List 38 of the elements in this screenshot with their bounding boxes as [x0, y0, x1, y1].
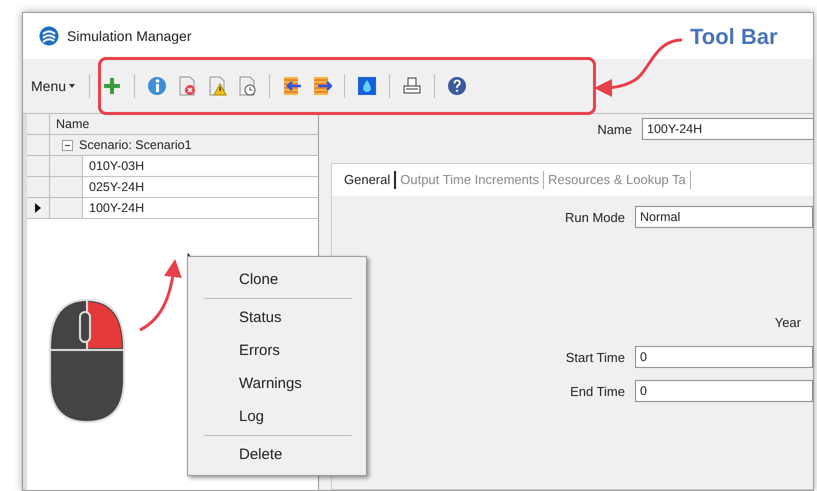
tab[interactable]: General: [340, 171, 396, 189]
field-label: End Time: [570, 384, 625, 398]
export-icon[interactable]: [312, 76, 332, 96]
field-label: Run Mode: [565, 210, 625, 224]
callout-label: Tool Bar: [690, 24, 778, 50]
app-logo-icon: [39, 26, 59, 46]
caret-icon: [69, 84, 76, 88]
tab[interactable]: Resources & Lookup Ta: [544, 171, 691, 189]
name-field[interactable]: 100Y-24H: [642, 118, 814, 140]
menu-item[interactable]: Status: [188, 301, 366, 334]
printer-icon[interactable]: [402, 76, 422, 96]
column-header: Name: [55, 116, 90, 133]
text-field[interactable]: 0: [635, 346, 813, 368]
menu-item[interactable]: Log: [188, 400, 366, 433]
water-drop-icon[interactable]: [357, 76, 378, 96]
import-icon[interactable]: [282, 76, 302, 96]
tree-row[interactable]: 100Y-24H: [82, 198, 318, 218]
plus-icon[interactable]: [102, 76, 122, 96]
document-error-icon[interactable]: [177, 76, 198, 96]
help-icon[interactable]: [447, 76, 468, 96]
text-field[interactable]: 0: [635, 380, 813, 402]
menu-item[interactable]: Errors: [188, 334, 366, 367]
window-title: Simulation Manager: [67, 28, 192, 44]
name-label: Name: [597, 122, 632, 136]
document-warning-icon[interactable]: [207, 76, 228, 96]
field-label: Start Time: [566, 350, 625, 364]
column-heading: Year: [774, 315, 801, 330]
collapse-icon[interactable]: [62, 140, 73, 150]
menu-button[interactable]: Menu: [29, 76, 78, 96]
info-icon[interactable]: [147, 76, 168, 96]
menu-item[interactable]: Clone: [188, 263, 366, 296]
tree-row[interactable]: 025Y-24H: [82, 177, 318, 197]
text-field[interactable]: Normal: [635, 206, 813, 228]
menu-item[interactable]: Delete: [188, 438, 366, 471]
document-clock-icon[interactable]: [237, 76, 258, 96]
tree-row[interactable]: 010Y-03H: [82, 156, 318, 176]
tab[interactable]: Output Time Increments: [396, 171, 544, 189]
menu-item[interactable]: Warnings: [188, 367, 366, 400]
